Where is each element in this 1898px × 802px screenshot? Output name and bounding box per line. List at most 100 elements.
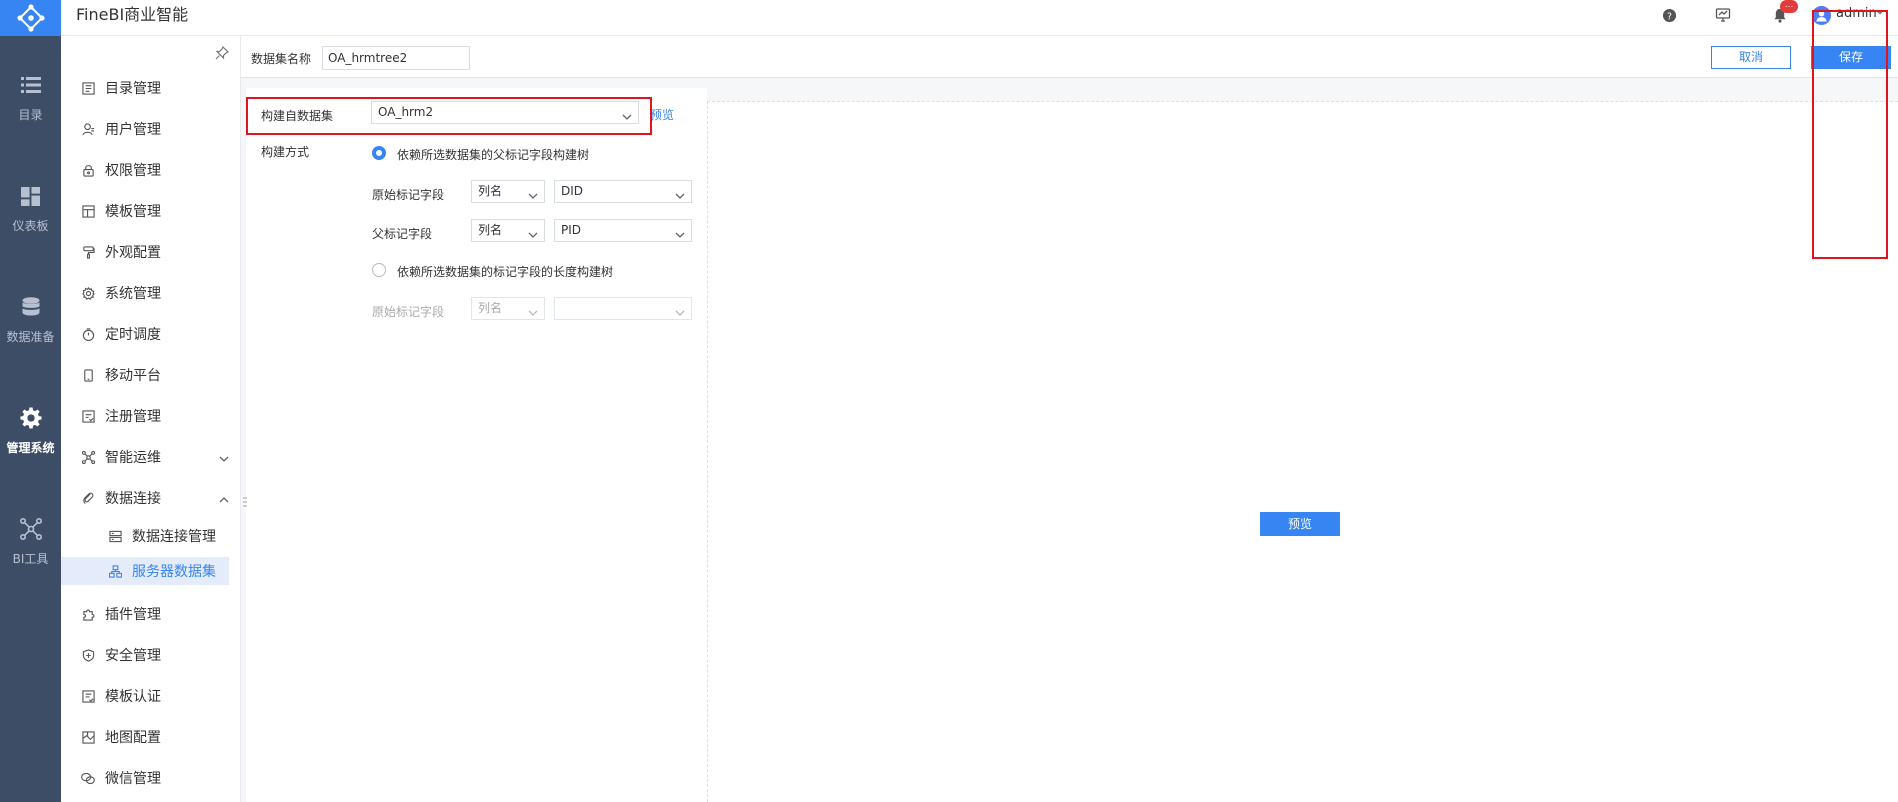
rail-label: 仪表板 <box>12 219 49 233</box>
menu-item-label: 注册管理 <box>105 409 161 425</box>
menu-item-templates[interactable]: 模板管理 <box>61 197 241 225</box>
preview-link[interactable]: 预览 <box>650 106 674 123</box>
chevron-down-icon <box>528 187 538 199</box>
mobile-icon <box>81 368 95 382</box>
drag-handle-icon[interactable] <box>243 496 247 510</box>
lock-icon <box>81 163 95 177</box>
menu-item-catalog[interactable]: 目录管理 <box>61 74 241 102</box>
link-icon <box>81 491 95 505</box>
menu-item-label: 模板认证 <box>105 689 161 705</box>
top-header: FineBI商业智能 ? ... admin <box>0 0 1898 36</box>
menu-item-label: 地图配置 <box>105 730 161 746</box>
menu-item-label: 模板管理 <box>105 204 161 220</box>
notification-badge: ... <box>1780 0 1798 13</box>
radio-field-length[interactable] <box>372 263 386 277</box>
chevron-down-icon[interactable] <box>1876 8 1884 19</box>
menu-item-label: 微信管理 <box>105 771 161 787</box>
menu-item-appearance[interactable]: 外观配置 <box>61 238 241 266</box>
source-dataset-select[interactable]: OA_hrm2 <box>371 101 639 124</box>
dashboard-icon <box>20 185 42 207</box>
build-method-label: 构建方式 <box>261 145 310 159</box>
menu-item-label: 定时调度 <box>105 327 161 343</box>
radio-field-length-label: 依赖所选数据集的标记字段的长度构建树 <box>397 265 614 279</box>
menu-item-permissions[interactable]: 权限管理 <box>61 156 241 184</box>
menu-item-plugins[interactable]: 插件管理 <box>61 600 241 628</box>
preview-button[interactable]: 预览 <box>1260 512 1340 536</box>
rail-item-admin[interactable]: 管理系统 <box>0 401 61 461</box>
menu-item-register[interactable]: 注册管理 <box>61 402 241 430</box>
rail-item-catalog[interactable]: 目录 <box>0 68 61 128</box>
user-avatar-icon <box>1816 10 1827 22</box>
brush-icon <box>81 245 95 259</box>
ops-icon <box>81 450 95 464</box>
save-button[interactable]: 保存 <box>1811 46 1891 69</box>
menu-item-label: 智能运维 <box>105 450 161 466</box>
server-icon <box>108 529 122 543</box>
orig-field-select[interactable]: DID <box>554 180 692 203</box>
cancel-button[interactable]: 取消 <box>1711 46 1791 69</box>
menu-item-label: 外观配置 <box>105 245 161 261</box>
app-title: FineBI商业智能 <box>76 5 189 24</box>
menu-item-label: 插件管理 <box>105 607 161 623</box>
orig-field-type-select[interactable]: 列名 <box>471 180 545 203</box>
rail-item-bi-tools[interactable]: BI工具 <box>0 512 61 572</box>
chevron-down-icon <box>528 304 538 316</box>
orig-field-label: 原始标记字段 <box>372 188 445 202</box>
certify-icon <box>81 689 95 703</box>
orig-field-type-select-disabled[interactable]: 列名 <box>471 297 545 320</box>
menu-item-system[interactable]: 系统管理 <box>61 279 241 307</box>
orig-field-label-disabled: 原始标记字段 <box>372 305 445 319</box>
chevron-up-icon[interactable] <box>219 493 229 503</box>
dataset-form-bar <box>241 36 1898 78</box>
logo[interactable] <box>0 0 61 36</box>
menu-item-template-auth[interactable]: 模板认证 <box>61 682 241 710</box>
database-icon <box>20 296 42 318</box>
menu-item-server-dataset[interactable]: 服务器数据集 <box>61 557 229 585</box>
chevron-down-icon <box>675 304 685 316</box>
menu-item-scheduler[interactable]: 定时调度 <box>61 320 241 348</box>
parent-field-select[interactable]: PID <box>554 219 692 242</box>
register-icon <box>81 409 95 423</box>
pin-icon[interactable] <box>215 45 230 60</box>
menu-item-users[interactable]: 用户管理 <box>61 115 241 143</box>
wechat-icon <box>81 771 95 785</box>
orig-field-type-value: 列名 <box>478 184 503 198</box>
chevron-down-icon <box>622 108 632 120</box>
map-icon <box>81 730 95 744</box>
rail-label: 数据准备 <box>6 330 55 344</box>
menu-item-data-connection[interactable]: 数据连接 <box>61 484 241 512</box>
menu-item-label: 数据连接 <box>105 491 161 507</box>
parent-field-type-select[interactable]: 列名 <box>471 219 545 242</box>
monitor-chart-icon[interactable] <box>1715 7 1731 23</box>
avatar[interactable] <box>1812 6 1831 25</box>
help-icon[interactable]: ? <box>1661 7 1677 23</box>
chevron-down-icon <box>528 226 538 238</box>
radio-parent-field-label: 依赖所选数据集的父标记字段构建树 <box>397 148 590 162</box>
parent-field-type-value: 列名 <box>478 223 503 237</box>
chevron-down-icon[interactable] <box>219 452 229 462</box>
menu-item-wechat[interactable]: 微信管理 <box>61 764 241 792</box>
menu-item-label: 权限管理 <box>105 163 161 179</box>
orig-field-select-disabled[interactable] <box>554 297 692 320</box>
dataset-name-label: 数据集名称 <box>251 52 312 66</box>
menu-item-security[interactable]: 安全管理 <box>61 641 241 669</box>
menu-item-mobile[interactable]: 移动平台 <box>61 361 241 389</box>
chevron-down-icon <box>675 226 685 238</box>
menu-item-smart-ops[interactable]: 智能运维 <box>61 443 241 471</box>
menu-item-label: 目录管理 <box>105 81 161 97</box>
dataset-name-input[interactable]: OA_hrmtree2 <box>322 46 470 70</box>
menu-item-label: 用户管理 <box>105 122 161 138</box>
menu-item-label: 安全管理 <box>105 648 161 664</box>
source-dataset-value: OA_hrm2 <box>378 105 434 119</box>
rail-item-data-prep[interactable]: 数据准备 <box>0 290 61 350</box>
radio-parent-field[interactable] <box>372 146 386 160</box>
source-dataset-label: 构建自数据集 <box>261 109 334 123</box>
list-icon <box>20 74 42 96</box>
user-name[interactable]: admin <box>1836 6 1877 21</box>
menu-item-connection-management[interactable]: 数据连接管理 <box>61 522 241 550</box>
preview-panel <box>707 101 1898 802</box>
rail-item-dashboard[interactable]: 仪表板 <box>0 179 61 239</box>
parent-field-label: 父标记字段 <box>372 227 433 241</box>
menu-item-map[interactable]: 地图配置 <box>61 723 241 751</box>
shield-icon <box>81 648 95 662</box>
